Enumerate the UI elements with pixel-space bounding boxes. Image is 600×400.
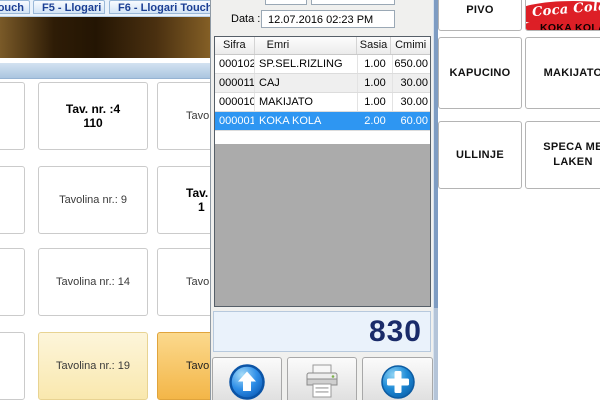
cell-cmimi: 650.00 [393,55,430,73]
product-label: ULLINJE [456,148,504,163]
cell-cmimi: 60.00 [393,112,430,130]
product-button-makijato[interactable]: MAKIJATO [525,37,600,109]
cell-sasia: 1.00 [358,93,393,111]
date-field[interactable]: 12.07.2016 02:23 PM [261,10,395,28]
product-button-skopsko-pivo[interactable]: SKOPSKO PIVO [438,0,522,31]
cell-sifra: 000011 [215,74,255,92]
add-item-button[interactable] [362,357,433,400]
total-box: 830 [213,311,431,352]
cell-sifra: 000001 [215,112,255,130]
empty-table-row [215,131,430,144]
cell-cmimi: 30.00 [393,74,430,92]
table-button-label: Tavol [186,109,212,123]
cell-emri: KOKA KOLA [255,112,358,130]
plus-icon [379,363,417,400]
total-amount: 830 [369,315,422,349]
product-label: SPECA ME LAKEN [532,140,600,170]
order-items-table: Sifra Emri Sasia Cmimi 000102 SP.SEL.RIZ… [214,36,431,307]
table-button-label: Tav. [186,186,208,200]
table-button-label: Tav. nr. :4 [66,102,120,116]
order-dialog: Arka : 1 Data : 12.07.2016 02:23 PM Sifr… [210,0,433,400]
table-button-partial[interactable] [0,166,25,234]
header-emri[interactable]: Emri [255,37,357,54]
cell-sifra: 000102 [215,55,255,73]
products-panel: SKOPSKO PIVO Coca Cola KOKA KOLA KAPUCIN… [437,0,600,400]
table-button-tav-4[interactable]: Tav. nr. :4 110 [38,82,148,150]
table-button-amount: 1 [198,200,205,214]
order-table-row[interactable]: 000010 MAKIJATO 1.00 30.00 [215,93,430,112]
cell-emri: CAJ [255,74,358,92]
table-button-partial[interactable] [0,332,25,400]
arka-label: Arka : [231,0,260,5]
table-button-tavolina-19[interactable]: Tavolina nr.: 19 [38,332,148,400]
pos-app-window: Touch F5 - Llogari F6 - Llogari Touch Ta… [0,0,600,400]
printer-icon [302,363,342,400]
cell-sasia: 1.00 [358,74,393,92]
table-button-label: Tavolina nr.: 14 [56,275,130,289]
product-label: MAKIJATO [544,66,600,81]
cell-sasia: 1.00 [358,55,393,73]
product-button-kapucino[interactable]: KAPUCINO [438,37,522,109]
table-button-amount: 110 [83,116,102,130]
order-table-row[interactable]: 000102 SP.SEL.RIZLING 1.00 650.00 [215,55,430,74]
print-button[interactable] [287,357,357,400]
date-label: Data : [231,13,260,25]
cell-sifra: 000010 [215,93,255,111]
table-button-tavolina-9[interactable]: Tavolina nr.: 9 [38,166,148,234]
up-arrow-icon [228,363,266,400]
table-button-partial[interactable] [0,82,25,150]
panel-splitter[interactable] [433,0,438,400]
product-label: KOKA KOLA [526,21,600,31]
header-cmimi[interactable]: Cmimi [391,37,430,54]
table-button-label: Tavolina nr.: 19 [56,359,130,373]
arka-secondary-input[interactable] [311,0,395,5]
table-button-partial[interactable] [0,248,25,316]
submit-order-button[interactable] [212,357,282,400]
product-button-speca-me-laken[interactable]: SPECA ME LAKEN [525,121,600,189]
order-table-row[interactable]: 000001 KOKA KOLA 2.00 60.00 [215,112,430,131]
tab-touch[interactable]: Touch [0,0,30,14]
header-sasia[interactable]: Sasia [357,37,392,54]
product-label: SKOPSKO PIVO [445,0,515,18]
product-button-ullinje[interactable]: ULLINJE [438,121,522,189]
table-button-tavolina-14[interactable]: Tavolina nr.: 14 [38,248,148,316]
tab-f6-llogari-touch[interactable]: F6 - Llogari Touch [109,0,213,14]
product-button-koka-kola[interactable]: Coca Cola KOKA KOLA [525,0,600,31]
product-label: KAPUCINO [449,66,510,81]
cell-sasia: 2.00 [358,112,393,130]
cell-emri: SP.SEL.RIZLING [255,55,358,73]
order-table-row[interactable]: 000011 CAJ 1.00 30.00 [215,74,430,93]
order-table-header: Sifra Emri Sasia Cmimi [215,37,430,55]
table-button-label: Tavolina nr.: 9 [59,193,127,207]
header-sifra[interactable]: Sifra [215,37,255,54]
cell-cmimi: 30.00 [393,93,430,111]
order-table-body: 000102 SP.SEL.RIZLING 1.00 650.00 000011… [215,55,430,131]
arka-input[interactable]: 1 [265,0,307,5]
cell-emri: MAKIJATO [255,93,358,111]
tab-f5-llogari[interactable]: F5 - Llogari [33,0,105,14]
